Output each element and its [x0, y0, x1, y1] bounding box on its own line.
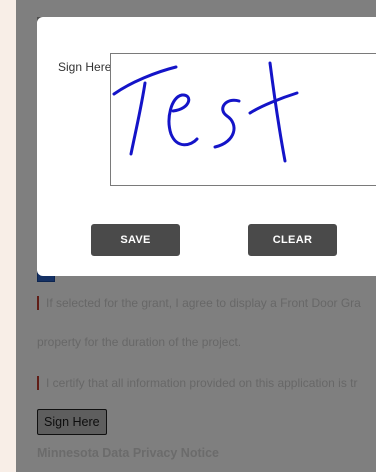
handwritten-signature [112, 61, 299, 163]
save-button[interactable]: SAVE [91, 224, 180, 256]
sign-here-label: Sign Here [58, 60, 112, 74]
clear-button[interactable]: CLEAR [248, 224, 337, 256]
signature-pad[interactable] [110, 53, 376, 186]
